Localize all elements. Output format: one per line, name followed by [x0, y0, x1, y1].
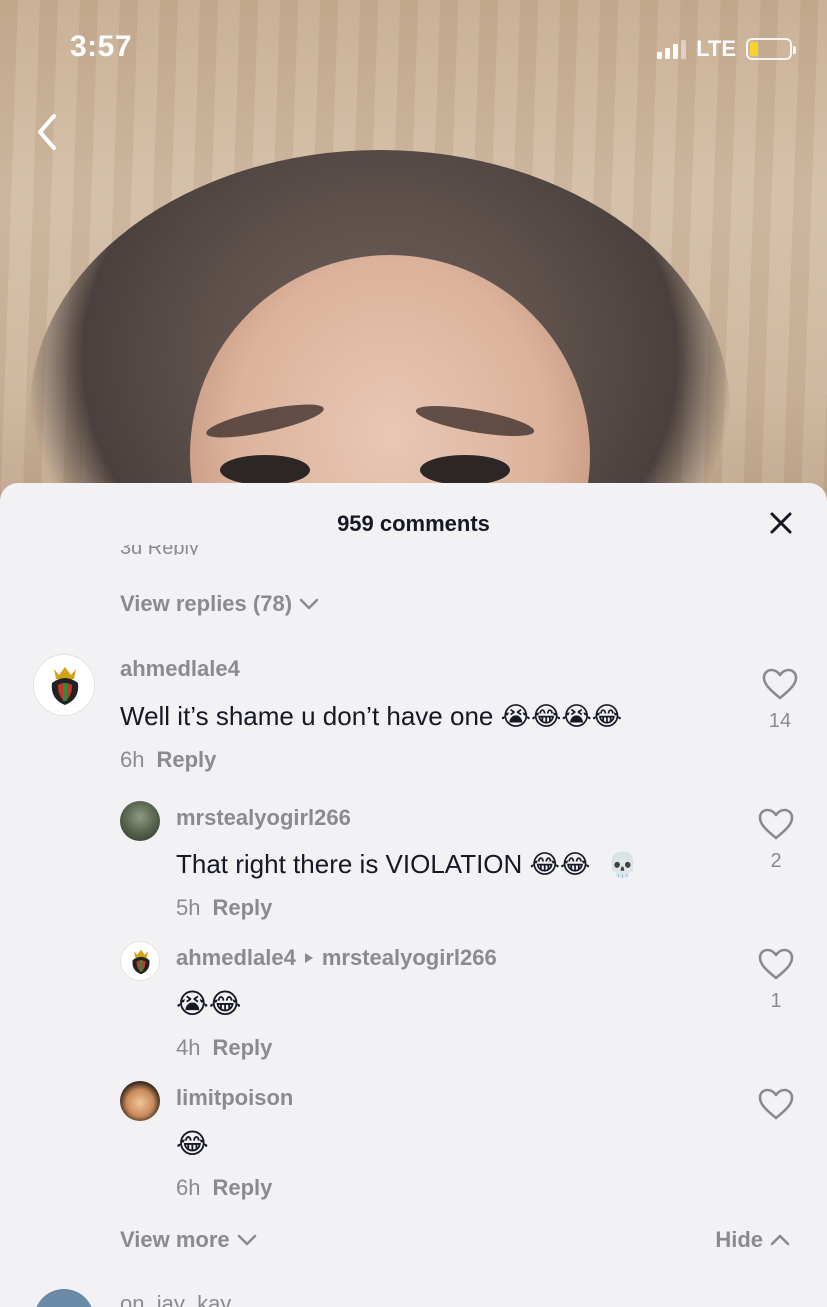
clipped-meta-row: 3d Reply: [120, 545, 199, 555]
back-chevron-icon[interactable]: [28, 108, 68, 156]
like-button[interactable]: 1: [755, 947, 797, 1013]
hide-replies-button[interactable]: Hide: [715, 1227, 791, 1253]
reply-meta: 6h Reply: [176, 1175, 272, 1201]
comment-emojis: 😭😂😭😂: [500, 702, 623, 732]
reply-emojis: 😂😂: [529, 850, 591, 880]
lion-avatar-icon: [35, 656, 94, 715]
reply-username[interactable]: ahmedlale4: [176, 945, 296, 971]
comment-text: Well it’s shame u don’t have one 😭😂😭😂: [120, 701, 622, 732]
reply-time: 6h: [176, 1175, 201, 1200]
video-background: [0, 0, 827, 560]
status-indicators: LTE: [657, 36, 796, 62]
like-button[interactable]: 2: [755, 807, 797, 873]
heart-outline-icon: [758, 1088, 794, 1120]
comment-body: Well it’s shame u don’t have one: [120, 701, 494, 731]
reply-body: That right there is VIOLATION: [176, 849, 523, 879]
reply-username[interactable]: mrstealyogirl266: [176, 805, 351, 831]
like-count: 2: [770, 850, 782, 872]
skull-emoji: 💀: [607, 851, 638, 879]
heart-outline-icon: [762, 668, 798, 700]
signal-icon: [657, 39, 687, 59]
like-count: 14: [768, 710, 792, 732]
lion-avatar-icon: [121, 942, 159, 980]
reply-time: 4h: [176, 1035, 201, 1060]
comments-count-title: 959 comments: [337, 511, 490, 536]
avatar[interactable]: [33, 654, 95, 716]
close-icon[interactable]: [769, 511, 793, 535]
reply-button[interactable]: Reply: [156, 747, 216, 772]
reply-time: 5h: [176, 895, 201, 920]
comment-meta: 6h Reply: [120, 747, 216, 773]
reply-to-arrow-icon: [304, 953, 313, 963]
reply-button[interactable]: Reply: [212, 1035, 272, 1060]
avatar[interactable]: [120, 801, 160, 841]
reply-emojis: 😂: [176, 1127, 209, 1160]
comment-username[interactable]: ahmedlale4: [120, 656, 240, 682]
reply-meta: 5h Reply: [176, 895, 272, 921]
battery-icon: [746, 38, 796, 60]
reply-username-row: ahmedlale4 mrstealyogirl266: [176, 945, 497, 971]
chevron-down-icon: [237, 1234, 256, 1246]
comment-username[interactable]: on_jay_kay: [120, 1291, 231, 1307]
hide-label: Hide: [715, 1227, 763, 1252]
video-eye-right: [420, 455, 510, 485]
network-type: LTE: [696, 36, 736, 61]
avatar[interactable]: [120, 941, 160, 981]
reply-username[interactable]: limitpoison: [176, 1085, 293, 1111]
view-replies-button[interactable]: View replies (78): [120, 591, 320, 617]
like-count: 1: [770, 990, 782, 1012]
avatar[interactable]: [120, 1081, 160, 1121]
view-more-button[interactable]: View more: [120, 1227, 258, 1253]
comments-sheet: 959 comments 3d Reply View replies (78) …: [0, 483, 827, 1307]
chevron-down-icon: [299, 598, 319, 610]
reply-text: That right there is VIOLATION 😂😂 💀: [176, 849, 637, 880]
reply-text: 😭😂: [176, 987, 241, 1020]
video-eye-left: [220, 455, 310, 485]
heart-outline-icon: [758, 808, 794, 840]
like-button[interactable]: 14: [759, 667, 801, 733]
view-replies-label: View replies (78): [120, 591, 293, 616]
like-button[interactable]: [755, 1087, 797, 1126]
view-more-label: View more: [120, 1227, 230, 1252]
comment-time: 6h: [120, 747, 145, 772]
heart-outline-icon: [758, 948, 794, 980]
chevron-up-icon: [770, 1234, 790, 1246]
reply-button[interactable]: Reply: [212, 895, 272, 920]
reply-button[interactable]: Reply: [212, 1175, 272, 1200]
reply-emojis: 😭😂: [176, 987, 242, 1020]
battery-level: [750, 42, 758, 56]
reply-to-username[interactable]: mrstealyogirl266: [322, 945, 497, 971]
reply-text: 😂: [176, 1127, 209, 1160]
avatar[interactable]: [34, 1289, 94, 1307]
status-time: 3:57: [70, 30, 133, 63]
reply-meta: 4h Reply: [176, 1035, 272, 1061]
